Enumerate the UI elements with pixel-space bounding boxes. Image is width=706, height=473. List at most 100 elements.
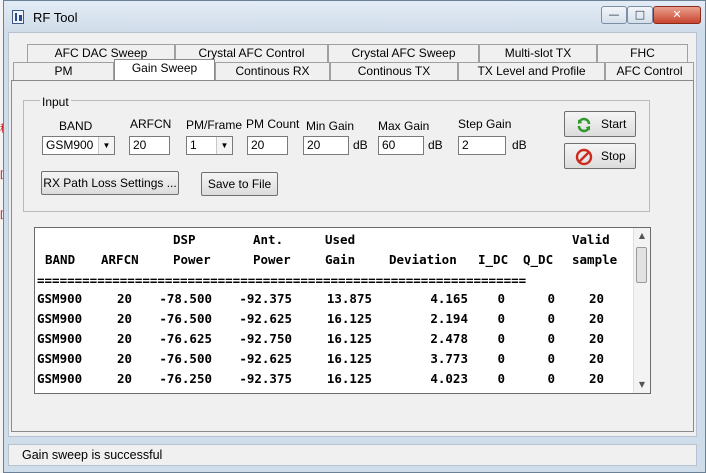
max-gain-input[interactable]: 60 [378,136,424,155]
table-cell: 20 [588,291,604,306]
column-header: ARFCN [101,252,139,267]
table-cell: GSM900 [37,291,83,306]
table-cell: 16.125 [326,331,372,346]
table-row: GSM900 20 -76.500 -92.625 16.125 3.773 0 0 20 [35,349,635,369]
save-to-file-button[interactable]: Save to File [201,172,278,196]
min-gain-input[interactable]: 20 [303,136,349,155]
column-header: Valid [572,232,610,247]
input-group [23,100,650,212]
table-cell: 0 [497,351,505,366]
table-cell: -92.375 [239,371,292,386]
table-cell: 20 [116,291,132,306]
table-cell: 0 [497,291,505,306]
maximize-button[interactable]: □ [627,6,653,24]
table-cell: -76.500 [159,351,212,366]
minimize-button[interactable]: — [601,6,627,24]
table-cell: -92.625 [239,311,292,326]
max-gain-unit: dB [428,138,443,152]
table-cell: -76.625 [159,331,212,346]
table-cell: 0 [547,311,555,326]
table-cell: 0 [547,351,555,366]
tab-continous-rx[interactable]: Continous RX [215,62,330,80]
table-cell: 2.194 [430,311,468,326]
stop-button-label: Stop [601,149,626,163]
stop-button[interactable]: Stop [564,143,636,169]
table-cell: -76.500 [159,311,212,326]
tab-afc-control[interactable]: AFC Control [605,62,694,80]
header-separator: ========================================… [37,273,527,288]
tab-crystal-afc-sweep[interactable]: Crystal AFC Sweep [328,44,479,62]
table-header-row-1: DSP Ant. Used Valid [35,230,635,250]
scroll-up-icon[interactable]: ▲ [634,228,650,244]
table-cell: -92.625 [239,351,292,366]
table-cell: GSM900 [37,351,83,366]
tab-continous-tx[interactable]: Continous TX [330,62,458,80]
start-button[interactable]: Start [564,111,636,137]
table-cell: 20 [116,331,132,346]
app-icon [12,10,24,24]
tab-gain-sweep[interactable]: Gain Sweep [114,59,215,80]
vertical-scrollbar[interactable]: ▲ ▼ [633,228,650,393]
column-header: Gain [325,252,356,267]
close-button[interactable]: ✕ [653,6,701,24]
table-row: GSM900 20 -78.500 -92.375 13.875 4.165 0 0 20 [35,289,635,309]
table-cell: -78.500 [159,291,212,306]
table-header-row-2: BAND ARFCN Power Power Gain Deviation I_… [35,250,635,270]
table-cell: 20 [588,351,604,366]
refresh-icon [577,117,591,133]
table-cell: -92.750 [239,331,292,346]
chevron-down-icon[interactable]: ▼ [98,137,114,154]
min-gain-unit: dB [353,138,368,152]
column-header: Ant. [253,232,284,247]
table-cell: 13.875 [326,291,372,306]
column-header: Power [173,252,211,267]
pm-frame-value: 1 [190,138,197,152]
stop-icon [575,148,593,166]
table-row: GSM900 20 -76.250 -92.375 16.125 4.023 0 0 20 [35,369,635,389]
window-title: RF Tool [33,10,78,25]
arfcn-input[interactable]: 20 [129,136,170,155]
tab-fhc[interactable]: FHC [597,44,688,62]
pm-frame-label: PM/Frame [186,118,243,132]
table-cell: 2.478 [430,331,468,346]
table-cell: GSM900 [37,311,83,326]
title-bar: RF Tool — □ ✕ [4,1,705,33]
column-header: Used [325,232,356,247]
pm-frame-select[interactable]: 1 ▼ [186,136,233,155]
scroll-thumb[interactable] [636,247,647,283]
band-select[interactable]: GSM900 ▼ [42,136,115,155]
table-cell: 0 [547,291,555,306]
step-gain-input[interactable]: 2 [458,136,506,155]
tab-pm[interactable]: PM [13,62,114,80]
column-header: Power [253,252,291,267]
table-cell: -76.250 [159,371,212,386]
chevron-down-icon[interactable]: ▼ [216,137,232,154]
table-cell: 20 [116,371,132,386]
table-cell: 4.023 [430,371,468,386]
rx-path-loss-settings-button[interactable]: RX Path Loss Settings ... [41,171,179,195]
band-label: BAND [59,119,93,133]
table-cell: 0 [497,311,505,326]
table-cell: 0 [497,371,505,386]
column-header: DSP [173,232,196,247]
scroll-down-icon[interactable]: ▼ [634,377,650,393]
table-cell: 20 [588,311,604,326]
table-cell: 0 [547,331,555,346]
step-gain-unit: dB [512,138,527,152]
table-cell: 20 [588,331,604,346]
column-header: BAND [45,252,76,267]
pm-count-input[interactable]: 20 [247,136,288,155]
tab-tx-level-and-profile[interactable]: TX Level and Profile [458,62,605,80]
band-select-value: GSM900 [46,138,94,152]
table-row: GSM900 20 -76.625 -92.750 16.125 2.478 0 0 20 [35,329,635,349]
table-cell: GSM900 [37,331,83,346]
tab-multi-slot-tx[interactable]: Multi-slot TX [479,44,597,62]
pm-count-label: PM Count [246,117,300,131]
arfcn-label: ARFCN [130,117,172,131]
table-cell: 4.165 [430,291,468,306]
step-gain-label: Step Gain [458,117,512,131]
status-bar: Gain sweep is successful [8,444,697,466]
table-cell: 0 [547,371,555,386]
results-table[interactable]: DSP Ant. Used Valid BAND ARFCN Power Pow… [34,227,651,394]
column-header: Q_DC [523,252,554,267]
